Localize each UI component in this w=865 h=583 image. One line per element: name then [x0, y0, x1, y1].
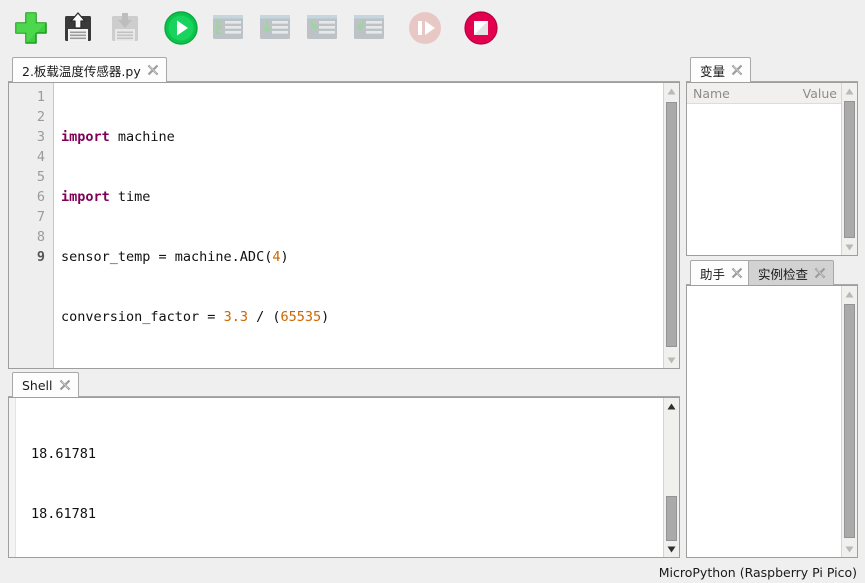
- scroll-up-arrow-icon[interactable]: [664, 398, 679, 414]
- scrollbar-thumb[interactable]: [666, 496, 677, 541]
- floppy-up-icon: [59, 9, 97, 47]
- line-number: 2: [9, 107, 53, 127]
- close-icon[interactable]: [147, 64, 159, 76]
- save-file-button[interactable]: [104, 7, 146, 49]
- resume-button[interactable]: [404, 7, 446, 49]
- status-bar: MicroPython (Raspberry Pi Pico): [0, 561, 865, 583]
- column-header-name: Name: [693, 86, 803, 101]
- shell-tab[interactable]: Shell: [12, 372, 79, 397]
- shell-line: 18.61781: [31, 444, 679, 464]
- assistant-content-area[interactable]: [686, 285, 858, 558]
- object-inspector-tab-label: 实例检查: [758, 264, 808, 283]
- debug-button[interactable]: [207, 7, 249, 49]
- line-number-current: 9: [9, 247, 53, 267]
- editor-vertical-scrollbar[interactable]: [663, 83, 679, 368]
- scroll-down-arrow-icon[interactable]: [842, 541, 857, 557]
- variables-table[interactable]: Name Value: [686, 82, 858, 256]
- shell-text: 18.61781 18.61781 18.61781 18.61781 18.6…: [9, 398, 679, 558]
- scroll-up-arrow-icon[interactable]: [664, 83, 679, 99]
- shell-line: 18.61781: [31, 504, 679, 524]
- code-line-5: while True:: [61, 367, 679, 368]
- editor-panel: 2.板载温度传感器.py 1 2 3 4 5 6 7 8 9: [8, 57, 680, 369]
- scroll-down-arrow-icon[interactable]: [664, 541, 679, 557]
- scrollbar-thumb[interactable]: [844, 101, 855, 238]
- code-editor[interactable]: 1 2 3 4 5 6 7 8 9 import machine import …: [8, 82, 680, 369]
- interpreter-status-label: MicroPython (Raspberry Pi Pico): [659, 565, 857, 580]
- scrollbar-thumb[interactable]: [666, 102, 677, 347]
- shell-tab-label: Shell: [22, 378, 53, 393]
- step-over-icon: [256, 9, 294, 47]
- close-icon[interactable]: [814, 267, 826, 279]
- editor-tabstrip: 2.板载温度传感器.py: [8, 57, 680, 82]
- debug-icon: [209, 9, 247, 47]
- assistant-tabstrip: 助手 实例检查: [686, 260, 858, 285]
- variables-panel: 变量 Name Value: [686, 57, 858, 256]
- assistant-panel: 助手 实例检查: [686, 260, 858, 558]
- assistant-content: [687, 286, 857, 294]
- new-file-button[interactable]: [10, 7, 52, 49]
- shell-vertical-scrollbar[interactable]: [663, 398, 679, 557]
- scroll-down-arrow-icon[interactable]: [664, 352, 679, 368]
- scrollbar-thumb[interactable]: [844, 304, 855, 538]
- step-out-icon: [350, 9, 388, 47]
- shell-tabstrip: Shell: [8, 372, 680, 397]
- main-toolbar: [0, 0, 865, 55]
- editor-tab-label: 2.板载温度传感器.py: [22, 61, 141, 80]
- resume-icon: [406, 9, 444, 47]
- line-number: 5: [9, 167, 53, 187]
- scroll-up-arrow-icon[interactable]: [842, 83, 857, 99]
- close-icon[interactable]: [59, 379, 71, 391]
- object-inspector-tab[interactable]: 实例检查: [748, 260, 834, 285]
- assistant-tab[interactable]: 助手: [690, 260, 751, 285]
- run-button[interactable]: [160, 7, 202, 49]
- step-out-button[interactable]: [348, 7, 390, 49]
- shell-panel: Shell 18.61781 18.61781 18.61781 18.6178…: [8, 372, 680, 558]
- code-line-3: sensor_temp = machine.ADC(4): [61, 247, 679, 267]
- shell-output-area[interactable]: 18.61781 18.61781 18.61781 18.61781 18.6…: [8, 397, 680, 558]
- variables-column-headers: Name Value: [687, 83, 857, 104]
- editor-tab[interactable]: 2.板载温度传感器.py: [12, 57, 167, 82]
- assistant-vertical-scrollbar[interactable]: [841, 286, 857, 557]
- line-number: 1: [9, 87, 53, 107]
- code-line-1: import machine: [61, 127, 679, 147]
- step-into-button[interactable]: [301, 7, 343, 49]
- variables-tab-label: 变量: [700, 61, 725, 80]
- line-number: 6: [9, 187, 53, 207]
- line-number: 8: [9, 227, 53, 247]
- stop-button[interactable]: [460, 7, 502, 49]
- code-line-4: conversion_factor = 3.3 / (65535): [61, 307, 679, 327]
- code-line-2: import time: [61, 187, 679, 207]
- assistant-tab-label: 助手: [700, 264, 725, 283]
- shell-left-margin: [9, 398, 16, 557]
- line-number-gutter: 1 2 3 4 5 6 7 8 9: [9, 83, 54, 368]
- variables-tabstrip: 变量: [686, 57, 858, 82]
- scroll-down-arrow-icon[interactable]: [842, 239, 857, 255]
- stop-icon: [462, 9, 500, 47]
- line-number: 3: [9, 127, 53, 147]
- code-text-area[interactable]: import machine import time sensor_temp =…: [54, 83, 679, 368]
- variables-vertical-scrollbar[interactable]: [841, 83, 857, 255]
- line-number: 7: [9, 207, 53, 227]
- line-number: 4: [9, 147, 53, 167]
- step-over-button[interactable]: [254, 7, 296, 49]
- plus-icon: [12, 9, 50, 47]
- variables-tab[interactable]: 变量: [690, 57, 751, 82]
- thonny-window: 2.板载温度传感器.py 1 2 3 4 5 6 7 8 9: [0, 0, 865, 583]
- load-file-button[interactable]: [57, 7, 99, 49]
- floppy-down-icon: [106, 9, 144, 47]
- close-icon[interactable]: [731, 267, 743, 279]
- scroll-up-arrow-icon[interactable]: [842, 286, 857, 302]
- close-icon[interactable]: [731, 64, 743, 76]
- step-into-icon: [303, 9, 341, 47]
- play-icon: [162, 9, 200, 47]
